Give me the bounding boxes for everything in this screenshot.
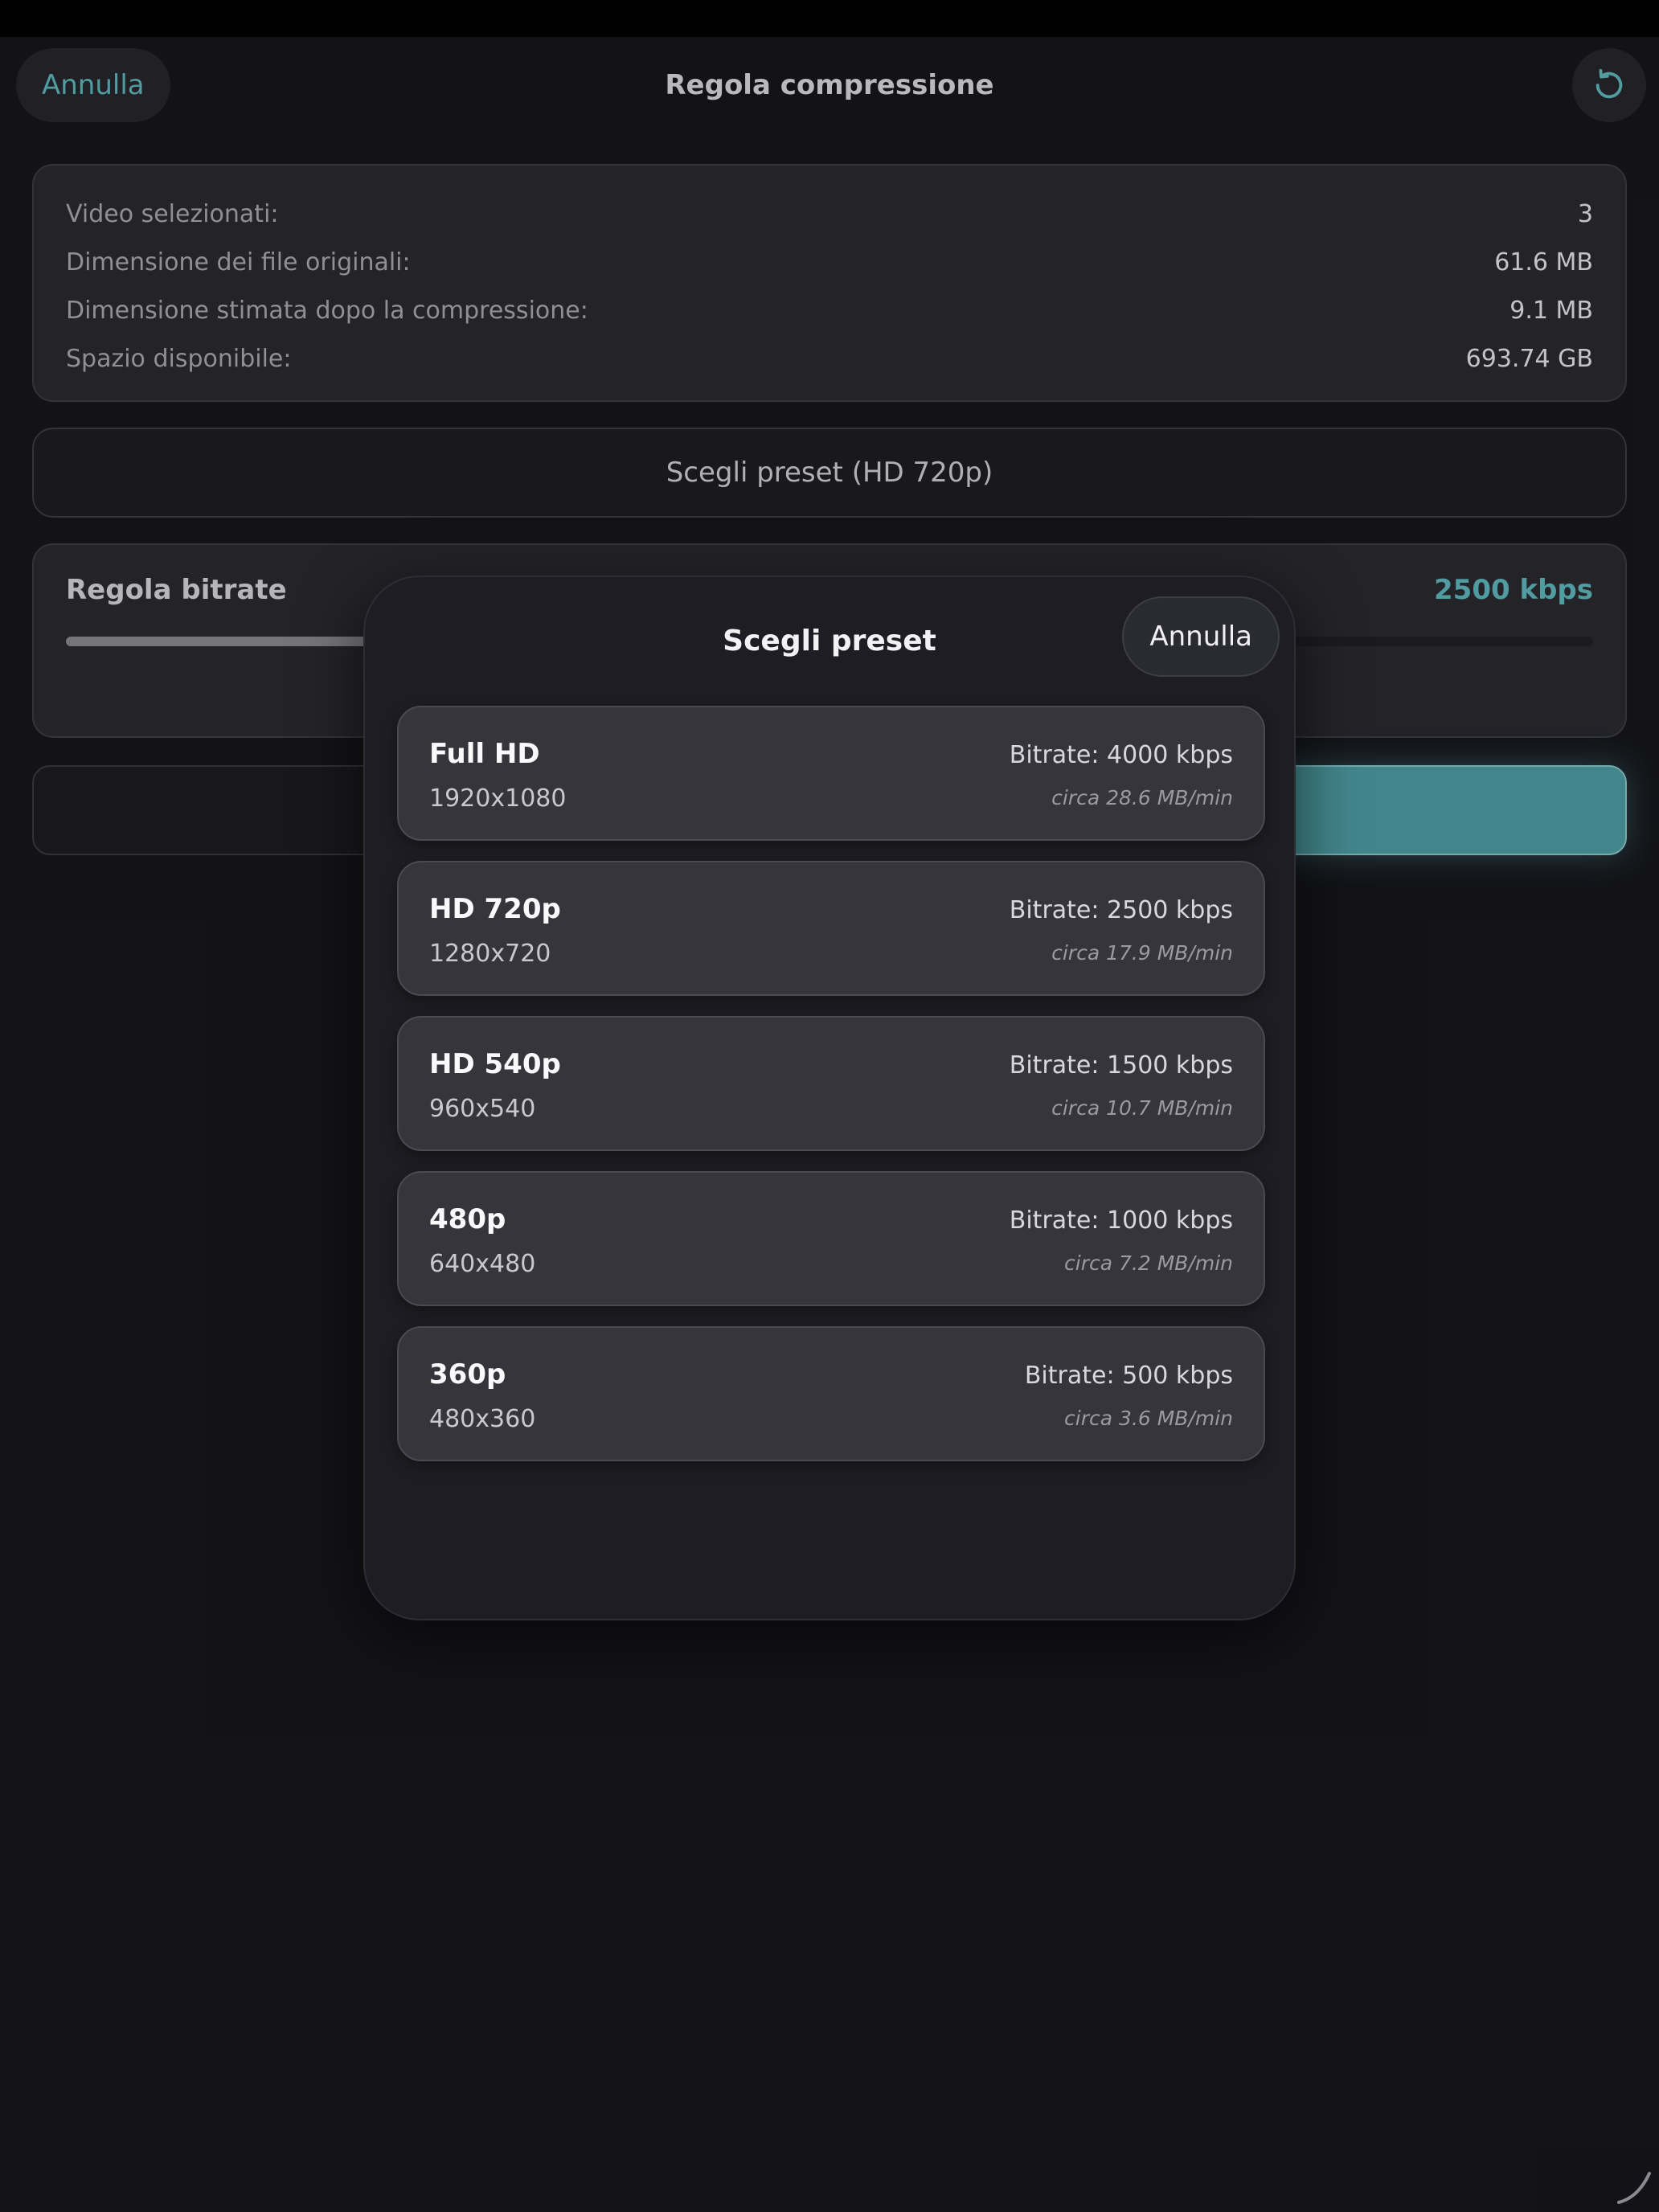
preset-full-hd[interactable]: Full HD 1920x1080 Bitrate: 4000 kbps cir… (397, 706, 1265, 841)
preset-size-per-minute: circa 10.7 MB/min (1051, 1096, 1233, 1120)
preset-name: Full HD (429, 738, 540, 770)
preset-bitrate: Bitrate: 4000 kbps (1009, 741, 1233, 769)
preset-480p[interactable]: 480p 640x480 Bitrate: 1000 kbps circa 7.… (397, 1171, 1265, 1306)
preset-hd-720p[interactable]: HD 720p 1280x720 Bitrate: 2500 kbps circ… (397, 861, 1265, 996)
preset-bitrate: Bitrate: 500 kbps (1024, 1362, 1233, 1390)
preset-size-per-minute: circa 3.6 MB/min (1064, 1407, 1233, 1430)
preset-360p[interactable]: 360p 480x360 Bitrate: 500 kbps circa 3.6… (397, 1326, 1265, 1461)
preset-bitrate: Bitrate: 2500 kbps (1009, 896, 1233, 924)
preset-bitrate: Bitrate: 1000 kbps (1009, 1206, 1233, 1235)
preset-resolution: 640x480 (429, 1250, 536, 1278)
preset-resolution: 1920x1080 (429, 784, 567, 813)
preset-hd-540p[interactable]: HD 540p 960x540 Bitrate: 1500 kbps circa… (397, 1016, 1265, 1151)
preset-size-per-minute: circa 28.6 MB/min (1051, 786, 1233, 809)
preset-name: 360p (429, 1358, 506, 1391)
preset-resolution: 960x540 (429, 1095, 536, 1123)
sheet-cancel-button[interactable]: Annulla (1122, 596, 1280, 677)
preset-name: 480p (429, 1203, 506, 1235)
preset-sheet: Scegli preset Annulla Full HD 1920x1080 … (363, 576, 1296, 1620)
preset-size-per-minute: circa 7.2 MB/min (1064, 1251, 1233, 1275)
preset-name: HD 720p (429, 893, 561, 925)
preset-resolution: 480x360 (429, 1405, 536, 1433)
preset-name: HD 540p (429, 1048, 561, 1080)
preset-resolution: 1280x720 (429, 940, 551, 968)
preset-bitrate: Bitrate: 1500 kbps (1009, 1051, 1233, 1079)
preset-list: Full HD 1920x1080 Bitrate: 4000 kbps cir… (397, 706, 1265, 1481)
preset-size-per-minute: circa 17.9 MB/min (1051, 941, 1233, 965)
resize-handle-icon[interactable] (1614, 2167, 1653, 2206)
